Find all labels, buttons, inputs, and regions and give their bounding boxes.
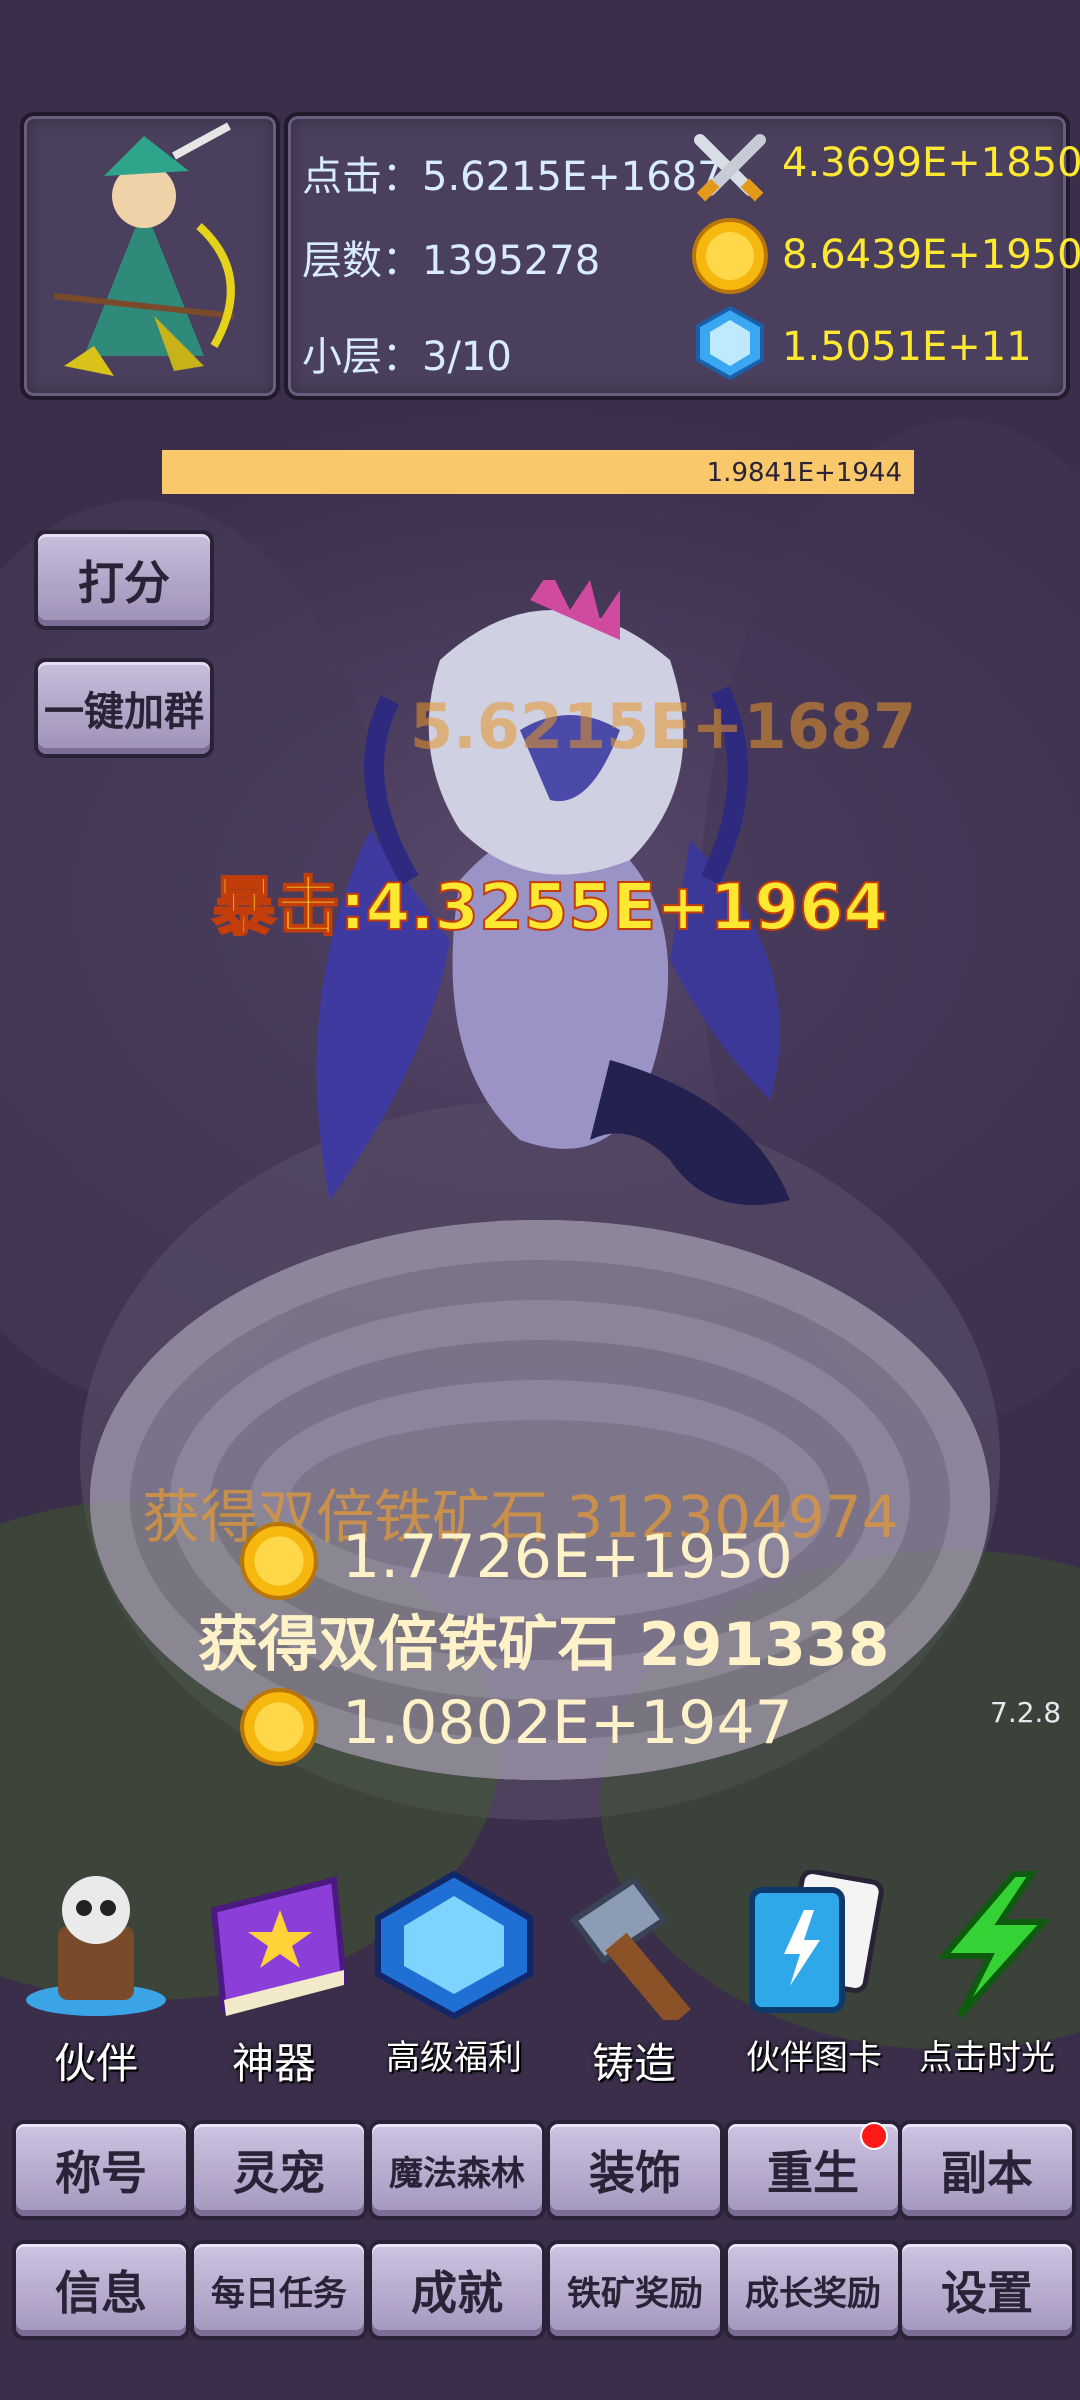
daily-task-button[interactable]: 每日任务 <box>190 2240 368 2340</box>
gold-reward-text-1: 1.7726E+1950 <box>342 1522 793 1592</box>
menu-partner-label: 伙伴 <box>53 2039 138 2088</box>
menu-forge[interactable]: 铸造 <box>544 1870 724 2090</box>
menu-partner-cards[interactable]: 伙伴图卡 <box>724 1868 904 2090</box>
title-button[interactable]: 称号 <box>12 2120 190 2220</box>
info-button[interactable]: 信息 <box>12 2240 190 2340</box>
decoration-button[interactable]: 装饰 <box>546 2120 724 2220</box>
skull-partner-icon <box>26 1876 166 2016</box>
attack-value: 4.3699E+1850 <box>782 140 1080 186</box>
lightning-icon <box>937 1871 1051 2018</box>
magic-forest-button[interactable]: 魔法森林 <box>368 2120 546 2220</box>
gold-coin-icon <box>240 1688 318 1766</box>
menu-click-time-label: 点击时光 <box>919 2038 1055 2078</box>
menu-artifact[interactable]: 神器 <box>184 1870 364 2090</box>
sublayer-stat: 小层：3/10 <box>302 334 512 380</box>
settings-button[interactable]: 设置 <box>898 2240 1076 2340</box>
gold-coin-icon <box>240 1522 318 1600</box>
notification-dot <box>860 2122 888 2150</box>
floor-stat: 层数：1395278 <box>302 238 601 284</box>
menu-click-time[interactable]: 点击时光 <box>904 1870 1080 2090</box>
menu-premium-welfare[interactable]: 高级福利 <box>364 1870 544 2090</box>
purple-book-icon <box>210 1876 348 2016</box>
ore-reward-text-2: 获得双倍铁矿石 291338 <box>198 1610 890 1680</box>
diamond-value: 1.5051E+11 <box>782 324 1032 370</box>
gold-value: 8.6439E+1950 <box>782 232 1080 278</box>
cards-icon <box>749 1868 884 2013</box>
achievement-button[interactable]: 成就 <box>368 2240 546 2340</box>
blue-gem-icon <box>375 1870 533 2020</box>
crossed-swords-icon <box>694 134 766 202</box>
pet-button[interactable]: 灵宠 <box>190 2120 368 2220</box>
menu-partner-cards-label: 伙伴图卡 <box>746 2038 882 2078</box>
hero-portrait-panel[interactable] <box>20 112 280 400</box>
gold-coin-icon <box>692 218 768 294</box>
menu-premium-welfare-label: 高级福利 <box>386 2038 522 2078</box>
join-group-button[interactable]: 一键加群 <box>34 658 214 758</box>
rate-button[interactable]: 打分 <box>34 530 214 630</box>
menu-artifact-label: 神器 <box>231 2039 316 2088</box>
faded-damage-text: 5.6215E+1687 <box>410 690 917 763</box>
dungeon-button[interactable]: 副本 <box>898 2120 1076 2220</box>
growth-reward-button[interactable]: 成长奖励 <box>724 2240 902 2340</box>
gold-reward-text-2: 1.0802E+1947 <box>342 1688 793 1758</box>
menu-forge-label: 铸造 <box>591 2039 676 2088</box>
diamond-icon <box>696 305 764 381</box>
crit-damage-text: 暴击:4.3255E+1964 <box>211 870 889 946</box>
hammer-icon <box>569 1875 691 2028</box>
boss-hp-bar: 1.9841E+1944 <box>162 450 914 494</box>
game-scene: 点击：5.6215E+1687 层数：1395278 小层：3/10 4.369… <box>0 0 1080 2400</box>
version-label: 7.2.8 <box>990 1696 1062 1729</box>
iron-ore-reward-button[interactable]: 铁矿奖励 <box>546 2240 724 2340</box>
click-damage-stat: 点击：5.6215E+1687 <box>302 154 723 200</box>
menu-partner[interactable]: 伙伴 <box>6 1870 186 2090</box>
boss-hp-text: 1.9841E+1944 <box>706 458 902 488</box>
archer-hero-portrait-icon <box>53 122 235 376</box>
